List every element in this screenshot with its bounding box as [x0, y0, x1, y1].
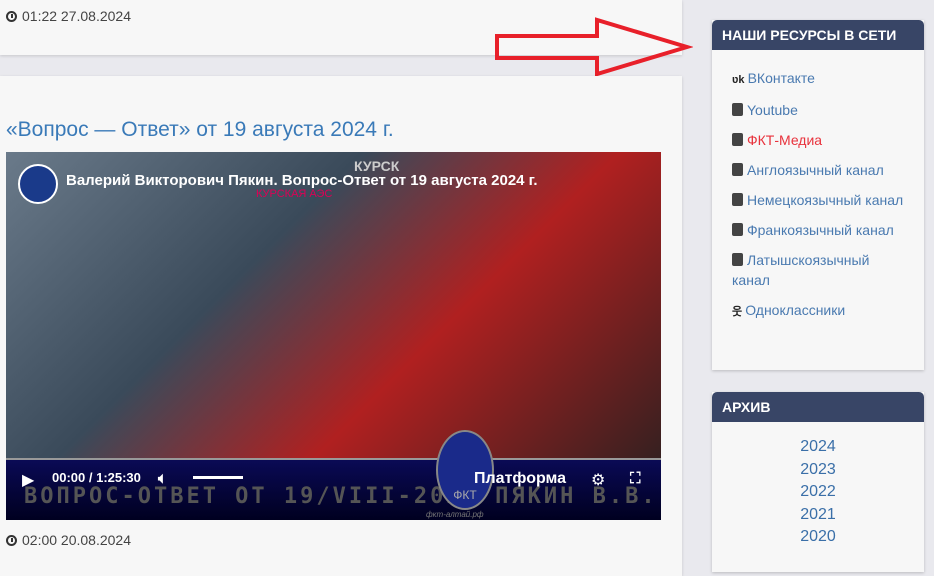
play-button[interactable]: ▶	[22, 470, 34, 490]
logo-text: ФКТ	[453, 488, 477, 502]
fullscreen-icon[interactable]: ⛶	[630, 470, 641, 487]
archive-year-link[interactable]: 2021	[712, 504, 924, 527]
resource-link[interactable]: 웃 Одноклассники	[732, 300, 904, 322]
resource-link[interactable]: Youtube	[732, 100, 904, 120]
time-display: 00:00 / 1:25:30	[52, 470, 141, 485]
site-watermark: фкт-алтай.рф	[426, 510, 484, 519]
date-text: 01:22 27.08.2024	[22, 8, 131, 24]
archive-year-link[interactable]: 2023	[712, 459, 924, 482]
link-label: Англоязычный канал	[747, 162, 884, 178]
map-label: КУРСК	[354, 158, 400, 174]
archive-year-link[interactable]: 2024	[712, 436, 924, 459]
vk-icon: ʋk	[732, 74, 748, 86]
archive-year-link[interactable]: 2022	[712, 481, 924, 504]
resource-link[interactable]: Немецкоязычный канал	[732, 190, 904, 210]
archive-widget: АРХИВ 2024 2023 2022 2021 2020	[712, 392, 924, 572]
widget-title: НАШИ РЕСУРСЫ В СЕТИ	[712, 20, 924, 50]
youtube-icon	[732, 163, 743, 176]
platform-logo[interactable]: Платформа	[474, 470, 566, 488]
resource-link[interactable]: ФКТ-Медиа	[732, 130, 904, 150]
post-date: 01:22 27.08.2024	[6, 8, 131, 24]
post-date: 02:00 20.08.2024	[6, 532, 131, 548]
link-label: ВКонтакте	[747, 70, 815, 86]
youtube-icon	[732, 103, 743, 116]
post-title-link[interactable]: «Вопрос — Ответ» от 19 августа 2024 г.	[6, 118, 394, 142]
youtube-icon	[732, 253, 743, 266]
clock-icon	[6, 534, 17, 546]
channel-logo	[18, 164, 58, 204]
clock-icon	[6, 10, 17, 22]
link-label: Youtube	[747, 102, 798, 118]
link-label: Одноклассники	[745, 302, 846, 318]
link-label: ФКТ-Медиа	[747, 132, 823, 148]
resource-link[interactable]: Франкоязычный канал	[732, 220, 904, 240]
date-text: 02:00 20.08.2024	[22, 532, 131, 548]
resource-link[interactable]: Латышскоязычный канал	[732, 250, 904, 290]
link-label: Франкоязычный канал	[747, 222, 894, 238]
red-arrow-icon	[495, 17, 693, 77]
resources-widget: НАШИ РЕСУРСЫ В СЕТИ ʋk ВКонтакте Youtube Ф…	[712, 20, 924, 370]
youtube-icon	[732, 223, 743, 236]
youtube-icon	[732, 193, 743, 206]
widget-title: АРХИВ	[712, 392, 924, 422]
youtube-icon	[732, 133, 743, 146]
map-label-2: КУРСКАЯ АЭС	[256, 188, 333, 200]
resource-link[interactable]: ʋk ВКонтакте	[732, 68, 904, 90]
link-label: Немецкоязычный канал	[747, 192, 904, 208]
video-title[interactable]: Валерий Викторович Пякин. Вопрос-Ответ о…	[66, 172, 538, 189]
video-controls: ВОПРОС-ОТВЕТ ОТ 19/VIII-2024 ПЯКИН В.В. …	[6, 430, 661, 520]
link-label: Латышскоязычный канал	[732, 252, 870, 288]
settings-icon[interactable]: ⚙	[591, 470, 605, 490]
archive-year-link[interactable]: 2020	[712, 526, 924, 549]
odnoklassniki-icon: 웃	[732, 306, 746, 318]
volume-icon[interactable]: 🔈︎	[158, 470, 167, 487]
video-player[interactable]: Валерий Викторович Пякин. Вопрос-Ответ о…	[6, 152, 661, 520]
resource-link[interactable]: Англоязычный канал	[732, 160, 904, 180]
volume-slider[interactable]	[193, 476, 243, 479]
